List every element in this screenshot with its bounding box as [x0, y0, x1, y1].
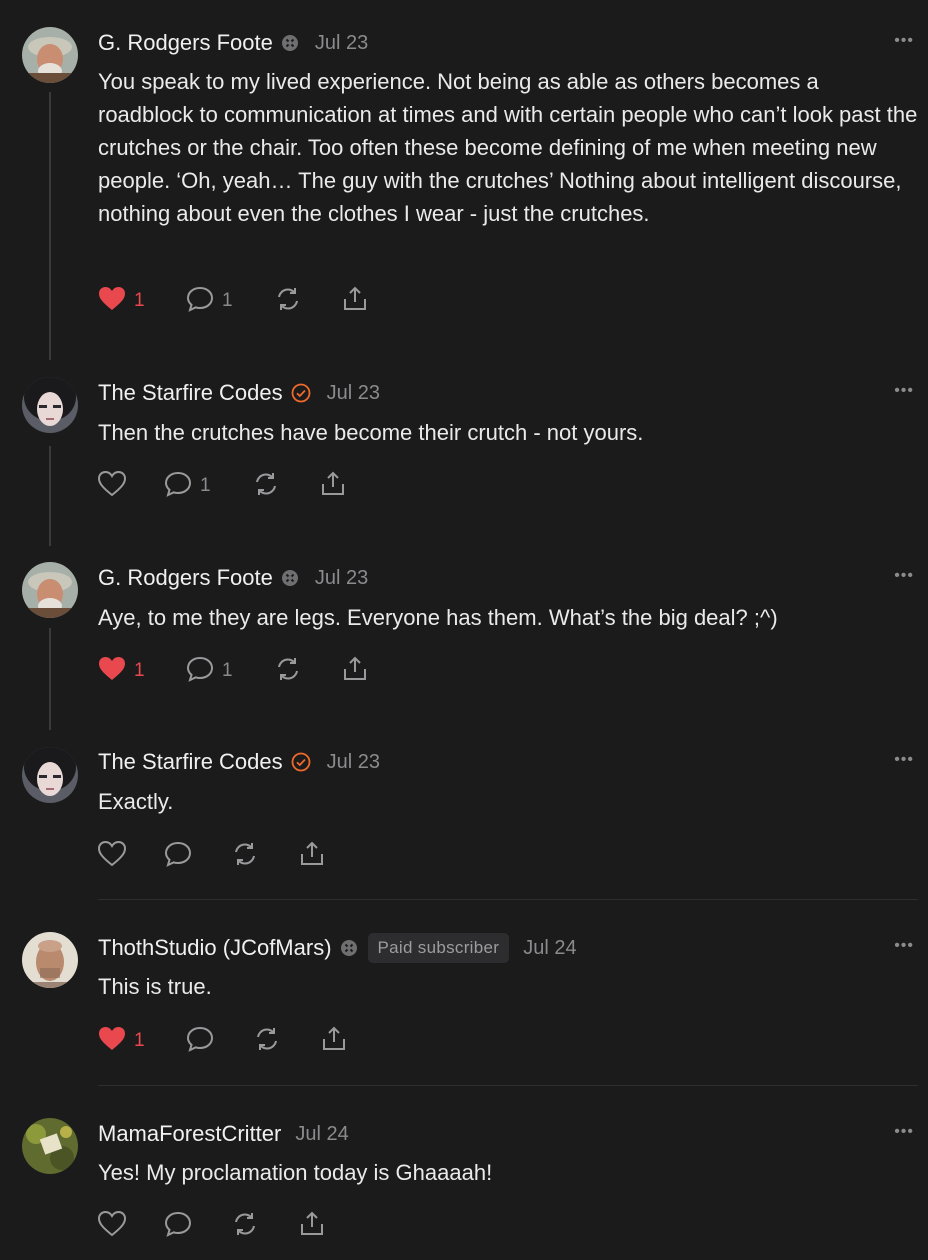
- share-button[interactable]: [320, 1025, 348, 1057]
- share-button[interactable]: [341, 655, 369, 687]
- author-name[interactable]: The Starfire Codes: [98, 749, 283, 775]
- like-button[interactable]: [97, 840, 127, 872]
- avatar[interactable]: [22, 562, 78, 618]
- share-button[interactable]: [341, 285, 369, 317]
- verified-badge-icon: [291, 383, 311, 403]
- comment-date[interactable]: Jul 23: [327, 751, 380, 774]
- like-count: 1: [134, 660, 145, 681]
- comment-text: This is true.: [98, 974, 212, 999]
- reply-count: 1: [222, 290, 233, 311]
- heart-icon: [97, 840, 127, 872]
- heart-filled-icon: [98, 1026, 126, 1057]
- like-count: 1: [134, 1030, 145, 1051]
- like-button[interactable]: 1: [98, 1025, 145, 1057]
- restack-button[interactable]: [274, 285, 302, 317]
- share-icon: [341, 285, 369, 318]
- author-name[interactable]: ThothStudio (JCofMars): [98, 935, 332, 961]
- author-name[interactable]: The Starfire Codes: [98, 380, 283, 406]
- reply-button[interactable]: [164, 840, 192, 872]
- avatar[interactable]: [22, 1118, 78, 1174]
- divider: [98, 1085, 918, 1086]
- comment-date[interactable]: Jul 23: [315, 32, 368, 55]
- heart-filled-icon: [98, 656, 126, 687]
- comment-date[interactable]: Jul 23: [327, 382, 380, 405]
- heart-filled-icon: [98, 286, 126, 317]
- restack-icon: [253, 1025, 281, 1058]
- comment-date[interactable]: Jul 24: [295, 1123, 348, 1146]
- subscriber-badge-icon: [281, 569, 299, 587]
- comment-text: Aye, to me they are legs. Everyone has t…: [98, 605, 778, 630]
- comment-text: Then the crutches have become their crut…: [98, 420, 644, 445]
- reply-button[interactable]: [186, 1025, 214, 1057]
- like-button[interactable]: 1: [98, 285, 145, 317]
- reply-button[interactable]: 1: [186, 655, 233, 687]
- comment-bubble-icon: [186, 1025, 214, 1058]
- more-options-button[interactable]: •••: [894, 32, 914, 50]
- reply-button[interactable]: 1: [164, 470, 211, 502]
- more-options-button[interactable]: •••: [894, 751, 914, 769]
- author-name[interactable]: MamaForestCritter: [98, 1121, 281, 1147]
- comment-bubble-icon: [164, 470, 192, 503]
- divider: [98, 899, 918, 900]
- subscriber-badge-icon: [281, 34, 299, 52]
- restack-icon: [231, 840, 259, 873]
- share-icon: [298, 840, 326, 873]
- share-icon: [320, 1025, 348, 1058]
- share-icon: [341, 655, 369, 688]
- restack-icon: [252, 470, 280, 503]
- heart-icon: [97, 1210, 127, 1242]
- share-icon: [319, 470, 347, 503]
- comment-bubble-icon: [186, 655, 214, 688]
- comment-bubble-icon: [164, 840, 192, 873]
- thread-line: [49, 92, 51, 360]
- author-name[interactable]: G. Rodgers Foote: [98, 565, 273, 591]
- avatar[interactable]: [22, 27, 78, 83]
- like-button[interactable]: 1: [98, 655, 145, 687]
- comment-text: Exactly.: [98, 789, 174, 814]
- restack-button[interactable]: [231, 1210, 259, 1242]
- share-button[interactable]: [319, 470, 347, 502]
- comment-date[interactable]: Jul 24: [523, 937, 576, 960]
- verified-badge-icon: [291, 752, 311, 772]
- thread-line: [49, 628, 51, 730]
- paid-subscriber-badge: Paid subscriber: [367, 933, 510, 963]
- reply-count: 1: [200, 475, 211, 496]
- share-button[interactable]: [298, 840, 326, 872]
- comment-date[interactable]: Jul 23: [315, 567, 368, 590]
- reply-button[interactable]: [164, 1210, 192, 1242]
- restack-button[interactable]: [252, 470, 280, 502]
- like-count: 1: [134, 290, 145, 311]
- restack-icon: [274, 655, 302, 688]
- restack-button[interactable]: [253, 1025, 281, 1057]
- reply-count: 1: [222, 660, 233, 681]
- avatar[interactable]: [22, 932, 78, 988]
- share-button[interactable]: [298, 1210, 326, 1242]
- heart-icon: [97, 470, 127, 502]
- comment-bubble-icon: [164, 1210, 192, 1243]
- avatar[interactable]: [22, 377, 78, 433]
- like-button[interactable]: [97, 470, 134, 502]
- subscriber-badge-icon: [340, 939, 358, 957]
- thread-line: [49, 446, 51, 546]
- avatar[interactable]: [22, 747, 78, 803]
- restack-button[interactable]: [274, 655, 302, 687]
- comment-bubble-icon: [186, 285, 214, 318]
- restack-icon: [231, 1210, 259, 1243]
- reply-button[interactable]: 1: [186, 285, 233, 317]
- restack-button[interactable]: [231, 840, 259, 872]
- comment-text: You speak to my lived experience. Not be…: [98, 69, 918, 226]
- more-options-button[interactable]: •••: [894, 567, 914, 585]
- more-options-button[interactable]: •••: [894, 937, 914, 955]
- like-button[interactable]: [97, 1210, 127, 1242]
- author-name[interactable]: G. Rodgers Foote: [98, 30, 273, 56]
- share-icon: [298, 1210, 326, 1243]
- more-options-button[interactable]: •••: [894, 382, 914, 400]
- more-options-button[interactable]: •••: [894, 1123, 914, 1141]
- restack-icon: [274, 285, 302, 318]
- comment-text: Yes! My proclamation today is Ghaaaah!: [98, 1160, 493, 1185]
